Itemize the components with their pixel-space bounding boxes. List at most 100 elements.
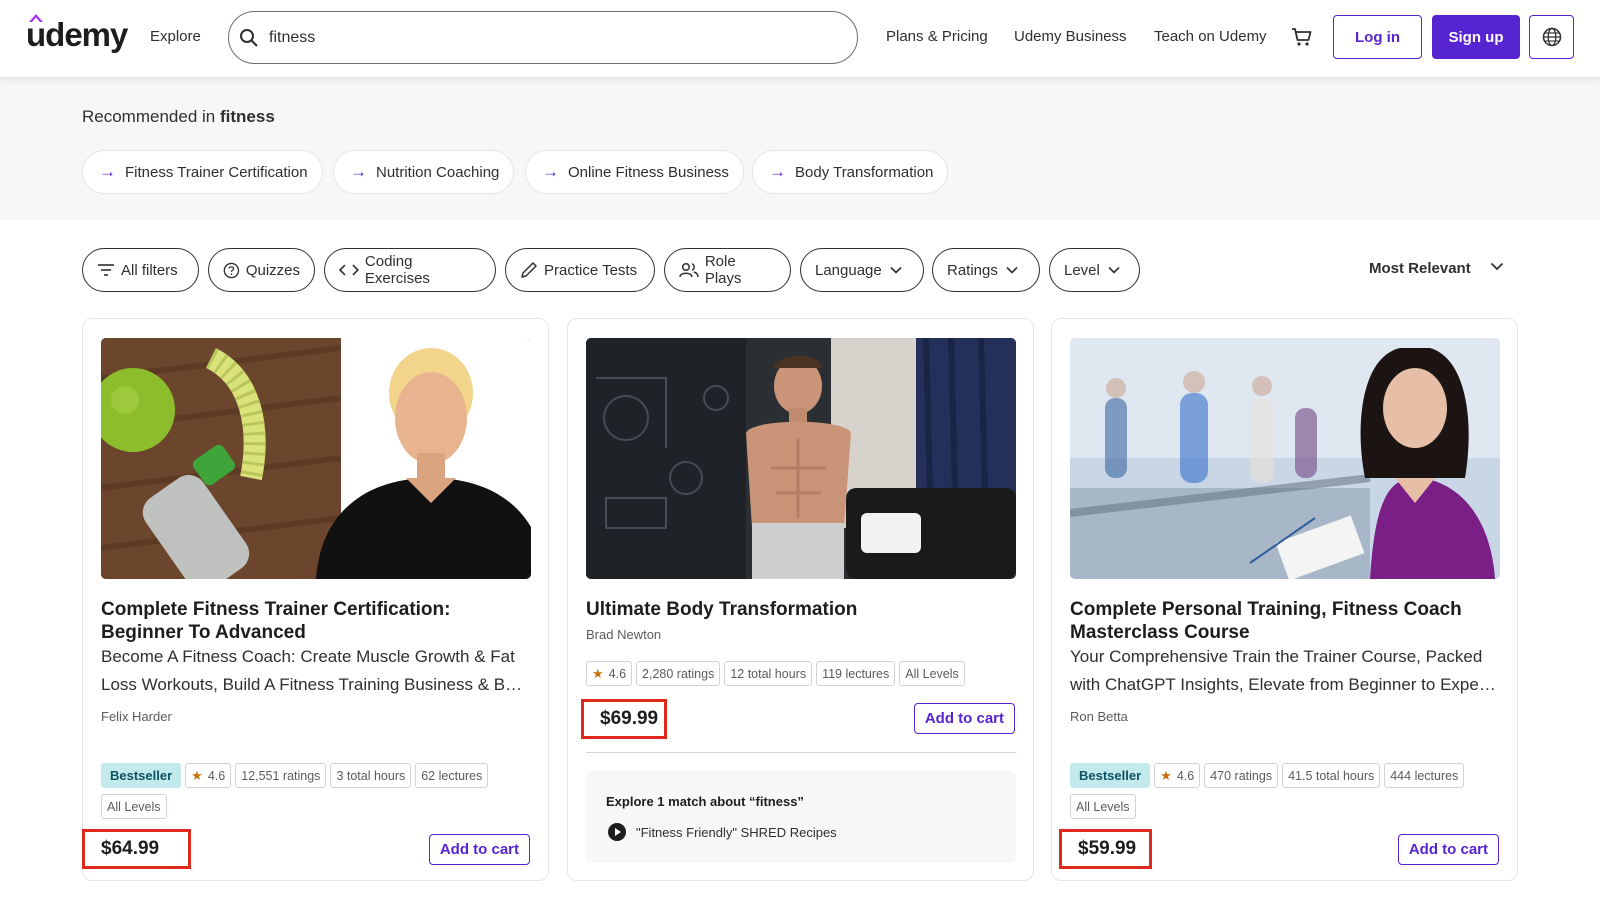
course-card[interactable]: Complete Fitness Trainer Certification: … (82, 318, 549, 881)
recommended-prefix: Recommended in (82, 107, 216, 126)
star-icon: ★ (592, 665, 604, 681)
course-thumbnail[interactable] (586, 338, 1016, 579)
all-filters-button[interactable]: All filters (82, 248, 199, 292)
course-badges: Bestseller ★ 4.6 470 ratings 41.5 total … (1070, 763, 1500, 819)
total-hours-badge: 3 total hours (330, 763, 412, 788)
course-thumbnail-image (101, 338, 531, 579)
ratings-count-badge: 2,280 ratings (636, 661, 721, 686)
course-badges: ★ 4.6 2,280 ratings 12 total hours 119 l… (586, 661, 1016, 686)
language-button[interactable] (1529, 15, 1574, 59)
cart-icon[interactable] (1291, 26, 1313, 48)
login-button[interactable]: Log in (1333, 15, 1422, 59)
chip-nutrition-coaching[interactable]: → Nutrition Coaching (333, 150, 515, 194)
course-card[interactable]: Complete Personal Training, Fitness Coac… (1051, 318, 1518, 881)
star-icon: ★ (191, 767, 203, 783)
recommended-title: Recommended in fitness (82, 107, 275, 127)
coding-exercises-filter[interactable]: Coding Exercises (324, 248, 496, 292)
chip-label: Fitness Trainer Certification (125, 163, 308, 181)
course-thumbnail-image (586, 338, 1016, 579)
add-to-cart-button[interactable]: Add to cart (913, 703, 1015, 734)
course-description: Become A Fitness Coach: Create Muscle Gr… (101, 647, 515, 694)
course-thumbnail[interactable] (1070, 338, 1500, 579)
recommended-term: fitness (219, 107, 275, 126)
teach-on-udemy-link[interactable]: Teach on Udemy (1154, 28, 1267, 45)
explore-match-label: "Fitness Friendly" SHRED Recipes (636, 824, 837, 840)
chevron-down-icon[interactable] (1490, 262, 1504, 271)
chevron-down-icon (1006, 266, 1018, 274)
explore-link[interactable]: Explore (150, 28, 201, 45)
total-hours-badge: 12 total hours (724, 661, 813, 686)
arrow-right-icon: → (99, 162, 116, 181)
language-label: Language (815, 261, 882, 279)
plans-pricing-link[interactable]: Plans & Pricing (886, 28, 988, 45)
ratings-filter[interactable]: Ratings (932, 248, 1040, 292)
search-bar[interactable] (228, 11, 858, 64)
language-filter[interactable]: Language (800, 248, 924, 292)
chip-fitness-trainer-certification[interactable]: → Fitness Trainer Certification (82, 150, 323, 194)
chip-online-fitness-business[interactable]: → Online Fitness Business (525, 150, 744, 194)
level-badge: All Levels (1070, 794, 1136, 819)
role-plays-label: Role Plays (704, 253, 742, 287)
coding-exercises-label: Coding Exercises (364, 253, 430, 287)
ratings-count-badge: 12,551 ratings (235, 763, 327, 788)
course-author: Felix Harder (101, 709, 172, 724)
ratings-count-badge: 470 ratings (1204, 763, 1279, 788)
practice-tests-label: Practice Tests (544, 261, 638, 279)
chip-label: Nutrition Coaching (376, 163, 500, 181)
chip-label: Online Fitness Business (568, 163, 729, 181)
arrow-right-icon: → (350, 162, 367, 181)
rating-value: 4.6 (207, 768, 226, 783)
level-filter[interactable]: Level (1049, 248, 1140, 292)
explore-matches-box: Explore 1 match about “fitness” "Fitness… (586, 771, 1016, 863)
role-plays-filter[interactable]: Role Plays (664, 248, 791, 292)
people-icon (679, 263, 699, 278)
card-divider (586, 752, 1016, 753)
bestseller-badge: Bestseller (101, 763, 182, 788)
explore-match-item[interactable]: "Fitness Friendly" SHRED Recipes (608, 823, 837, 841)
total-hours-badge: 41.5 total hours (1282, 763, 1381, 788)
rating-badge: ★ 4.6 (586, 661, 633, 686)
question-circle-icon (223, 262, 240, 278)
logo-hat-icon (29, 14, 43, 22)
chip-body-transformation[interactable]: → Body Transformation (752, 150, 949, 194)
course-title[interactable]: Ultimate Body Transformation (586, 598, 1016, 621)
quizzes-filter[interactable]: Quizzes (208, 248, 315, 292)
all-filters-label: All filters (121, 261, 178, 279)
chip-label: Body Transformation (795, 163, 934, 181)
explore-matches-title: Explore 1 match about “fitness” (606, 794, 804, 809)
course-title[interactable]: Complete Personal Training, Fitness Coac… (1070, 598, 1500, 644)
level-badge: All Levels (899, 661, 965, 686)
course-author: Brad Newton (586, 627, 662, 642)
level-label: Level (1064, 261, 1100, 279)
lectures-badge: 444 lectures (1384, 763, 1465, 788)
course-thumbnail-image (1070, 338, 1500, 579)
udemy-business-link[interactable]: Udemy Business (1014, 28, 1127, 45)
udemy-logo[interactable]: udemy (26, 14, 128, 54)
practice-tests-filter[interactable]: Practice Tests (505, 248, 655, 292)
quizzes-label: Quizzes (245, 261, 300, 279)
course-author: Ron Betta (1070, 709, 1128, 724)
top-header: udemy Explore Plans & Pricing Udemy Busi… (0, 0, 1600, 77)
course-title[interactable]: Complete Fitness Trainer Certification: … (101, 598, 531, 644)
rating-badge: ★ 4.6 (185, 763, 232, 788)
course-price: $64.99 (82, 829, 191, 869)
add-to-cart-button[interactable]: Add to cart (1397, 834, 1499, 865)
course-price: $69.99 (581, 699, 667, 739)
course-thumbnail[interactable] (101, 338, 531, 579)
search-input[interactable] (269, 26, 829, 50)
search-icon[interactable] (239, 28, 259, 48)
course-description: Your Comprehensive Train the Trainer Cou… (1070, 647, 1490, 694)
arrow-right-icon: → (542, 162, 559, 181)
course-card[interactable]: Ultimate Body Transformation Brad Newton… (567, 318, 1034, 881)
lectures-badge: 119 lectures (816, 661, 896, 686)
add-to-cart-button[interactable]: Add to cart (428, 834, 530, 865)
lectures-badge: 62 lectures (415, 763, 489, 788)
rating-value: 4.6 (608, 666, 627, 681)
course-price: $59.99 (1059, 829, 1152, 869)
signup-button[interactable]: Sign up (1432, 15, 1520, 59)
ratings-label: Ratings (947, 261, 998, 279)
globe-icon (1542, 27, 1561, 47)
course-badges: Bestseller ★ 4.6 12,551 ratings 3 total … (101, 763, 531, 819)
sort-dropdown[interactable]: Most Relevant (1369, 260, 1471, 277)
rating-value: 4.6 (1176, 768, 1195, 783)
